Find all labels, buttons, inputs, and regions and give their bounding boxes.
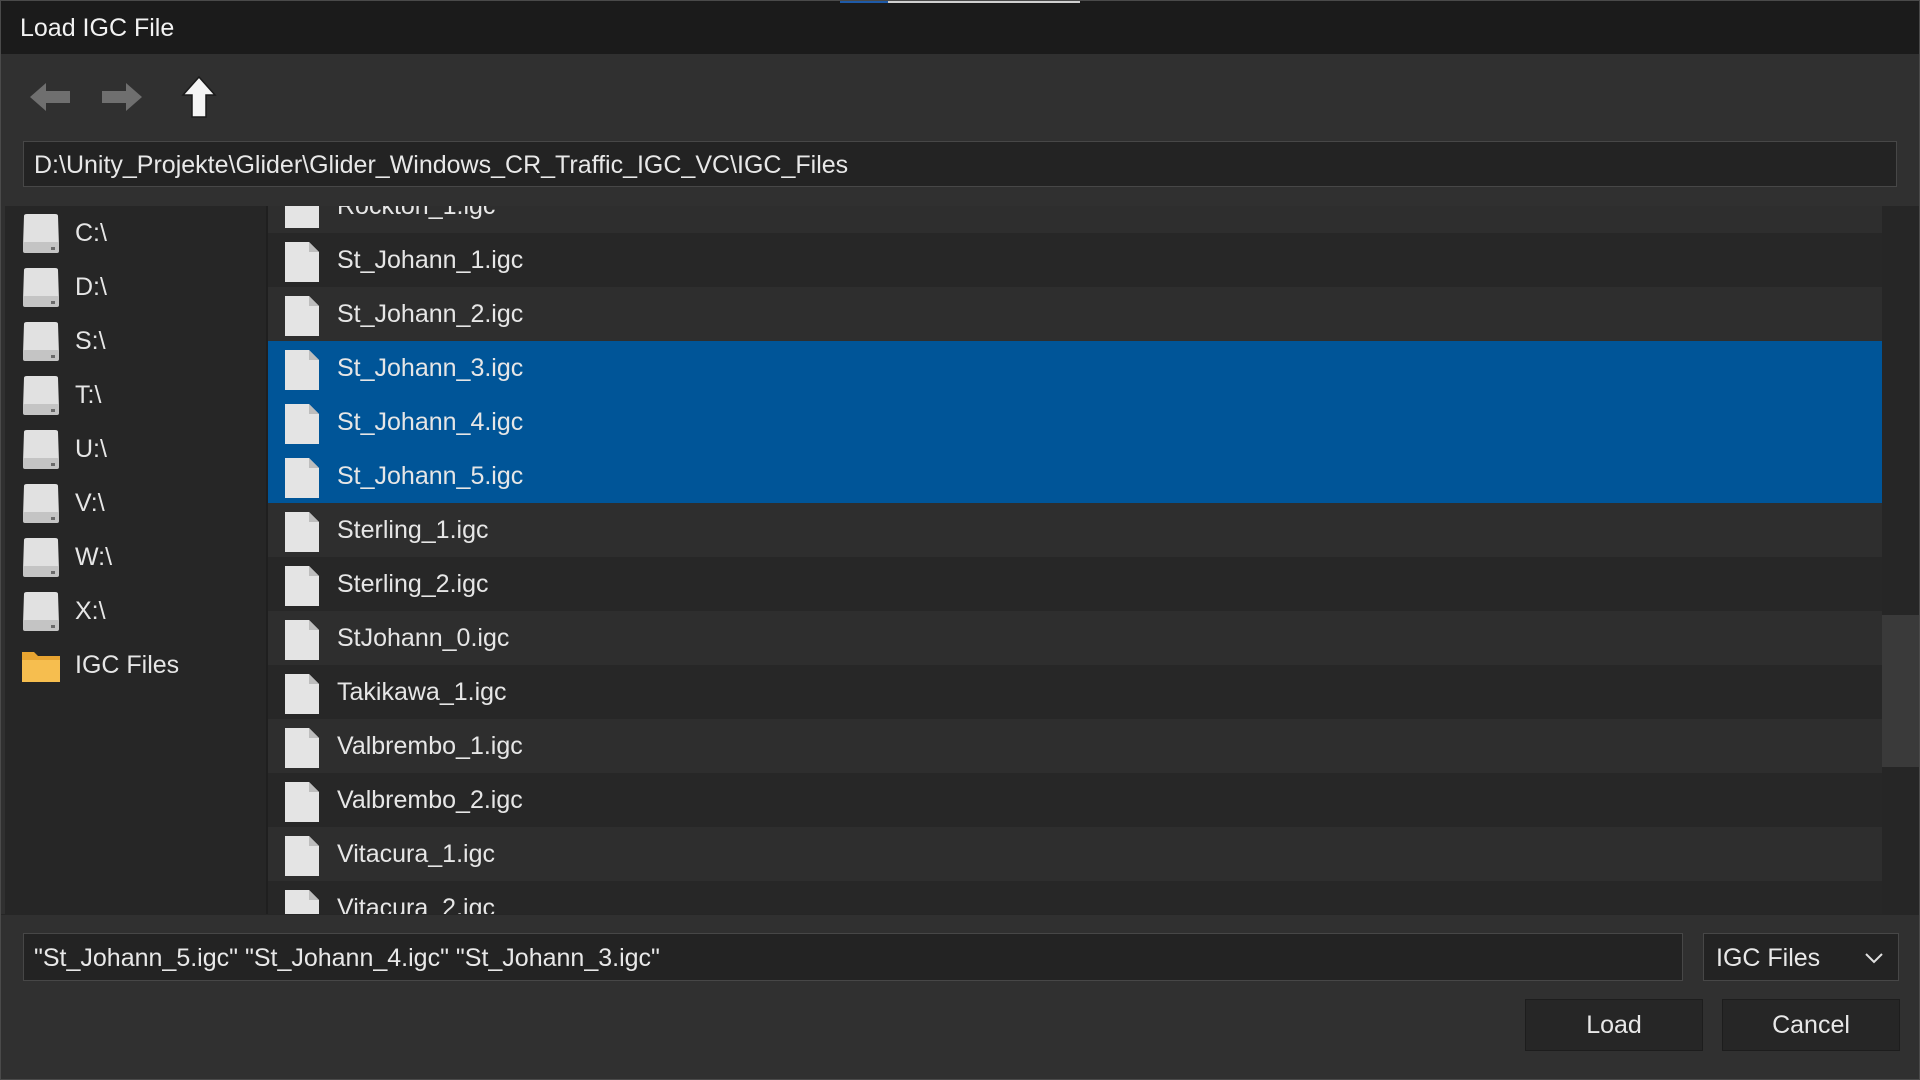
file-icon: [285, 836, 319, 876]
file-icon: [285, 296, 319, 336]
file-icon: [285, 890, 319, 914]
sidebar-item-t-drive[interactable]: T:\: [5, 368, 266, 422]
arrow-right-icon: [102, 83, 142, 111]
file-row[interactable]: Rockton_1.igc: [268, 206, 1882, 233]
sidebar-item-x-drive[interactable]: X:\: [5, 584, 266, 638]
title-bar: Load IGC File: [1, 1, 1919, 54]
file-name: StJohann_0.igc: [337, 624, 510, 652]
file-name: St_Johann_5.igc: [337, 462, 524, 490]
file-name: St_Johann_4.igc: [337, 408, 524, 436]
sidebar-item-label: S:\: [75, 327, 106, 355]
sidebar-item-label: X:\: [75, 597, 106, 625]
sidebar-item-v-drive[interactable]: V:\: [5, 476, 266, 530]
filename-input[interactable]: "St_Johann_5.igc" "St_Johann_4.igc" "St_…: [23, 933, 1683, 981]
sidebar-item-label: V:\: [75, 489, 105, 517]
back-button[interactable]: [25, 72, 75, 122]
file-name: Sterling_1.igc: [337, 516, 489, 544]
file-name: Vitacura_1.igc: [337, 840, 495, 868]
sidebar-item-u-drive[interactable]: U:\: [5, 422, 266, 476]
file-type-label: IGC Files: [1716, 944, 1821, 972]
file-type-select[interactable]: IGC Files: [1703, 933, 1899, 981]
scrollbar-thumb[interactable]: [1882, 615, 1919, 767]
file-name: St_Johann_1.igc: [337, 246, 524, 274]
file-icon: [285, 350, 319, 390]
title-accent-blue: [840, 1, 888, 3]
drive-icon: [23, 268, 59, 307]
file-row-selected[interactable]: St_Johann_5.igc: [268, 449, 1882, 503]
chevron-down-icon: [1865, 953, 1883, 964]
drive-icon: [23, 214, 59, 253]
drive-icon: [23, 538, 59, 577]
file-row[interactable]: Valbrembo_2.igc: [268, 773, 1882, 827]
sidebar-item-label: D:\: [75, 273, 107, 301]
sidebar-item-label: IGC Files: [75, 651, 180, 679]
sidebar-item-d-drive[interactable]: D:\: [5, 260, 266, 314]
sidebar-item-label: T:\: [75, 381, 102, 409]
file-list: Rockton_1.igc St_Johann_1.igc St_Johann_…: [268, 206, 1882, 914]
file-row[interactable]: St_Johann_2.igc: [268, 287, 1882, 341]
sidebar-item-w-drive[interactable]: W:\: [5, 530, 266, 584]
file-icon: [285, 458, 319, 498]
file-row[interactable]: Valbrembo_1.igc: [268, 719, 1882, 773]
file-icon: [285, 206, 319, 228]
sidebar-item-label: U:\: [75, 435, 107, 463]
file-row[interactable]: Takikawa_1.igc: [268, 665, 1882, 719]
file-row-selected[interactable]: St_Johann_4.igc: [268, 395, 1882, 449]
folder-icon: [22, 652, 60, 682]
drive-icon: [23, 430, 59, 469]
file-row[interactable]: Sterling_2.igc: [268, 557, 1882, 611]
file-row[interactable]: Sterling_1.igc: [268, 503, 1882, 557]
path-input[interactable]: D:\Unity_Projekte\Glider\Glider_Windows_…: [23, 141, 1897, 187]
arrow-left-icon: [30, 83, 70, 111]
file-name: St_Johann_2.igc: [337, 300, 524, 328]
sidebar-item-label: W:\: [75, 543, 113, 571]
sidebar-item-label: C:\: [75, 219, 107, 247]
load-igc-file-dialog: Load IGC File D:\Unity_Projekte\Glider\G…: [0, 0, 1920, 1080]
file-icon: [285, 242, 319, 282]
sidebar-item-s-drive[interactable]: S:\: [5, 314, 266, 368]
load-button[interactable]: Load: [1525, 999, 1703, 1051]
file-icon: [285, 674, 319, 714]
forward-button[interactable]: [97, 72, 147, 122]
file-name: Sterling_2.igc: [337, 570, 489, 598]
file-row[interactable]: Vitacura_1.igc: [268, 827, 1882, 881]
file-row[interactable]: St_Johann_1.igc: [268, 233, 1882, 287]
navigation-toolbar: [1, 54, 1919, 134]
drive-icon: [23, 592, 59, 631]
scrollbar-track[interactable]: [1882, 206, 1919, 914]
file-name: Valbrembo_1.igc: [337, 732, 523, 760]
file-icon: [285, 404, 319, 444]
file-name: St_Johann_3.igc: [337, 354, 524, 382]
file-name: Rockton_1.igc: [337, 206, 496, 220]
file-row-selected[interactable]: St_Johann_3.igc: [268, 341, 1882, 395]
arrow-up-icon: [181, 75, 217, 118]
drive-icon: [23, 484, 59, 523]
file-name: Vitacura_2.igc: [337, 894, 495, 914]
file-icon: [285, 620, 319, 660]
file-name: Takikawa_1.igc: [337, 678, 507, 706]
file-icon: [285, 566, 319, 606]
file-row[interactable]: StJohann_0.igc: [268, 611, 1882, 665]
file-row[interactable]: Vitacura_2.igc: [268, 881, 1882, 914]
sidebar-item-igc-files[interactable]: IGC Files: [5, 638, 266, 692]
file-icon: [285, 782, 319, 822]
cancel-button[interactable]: Cancel: [1722, 999, 1900, 1051]
up-folder-button[interactable]: [174, 72, 224, 122]
sidebar-item-c-drive[interactable]: C:\: [5, 206, 266, 260]
title-accent-light: [888, 1, 1080, 3]
sidebar: C:\ D:\ S:\ T:\ U:\ V:\ W:\ X:\ IGC File…: [5, 206, 268, 914]
drive-icon: [23, 322, 59, 361]
file-icon: [285, 512, 319, 552]
file-icon: [285, 728, 319, 768]
dialog-title: Load IGC File: [20, 14, 175, 42]
drive-icon: [23, 376, 59, 415]
file-name: Valbrembo_2.igc: [337, 786, 523, 814]
